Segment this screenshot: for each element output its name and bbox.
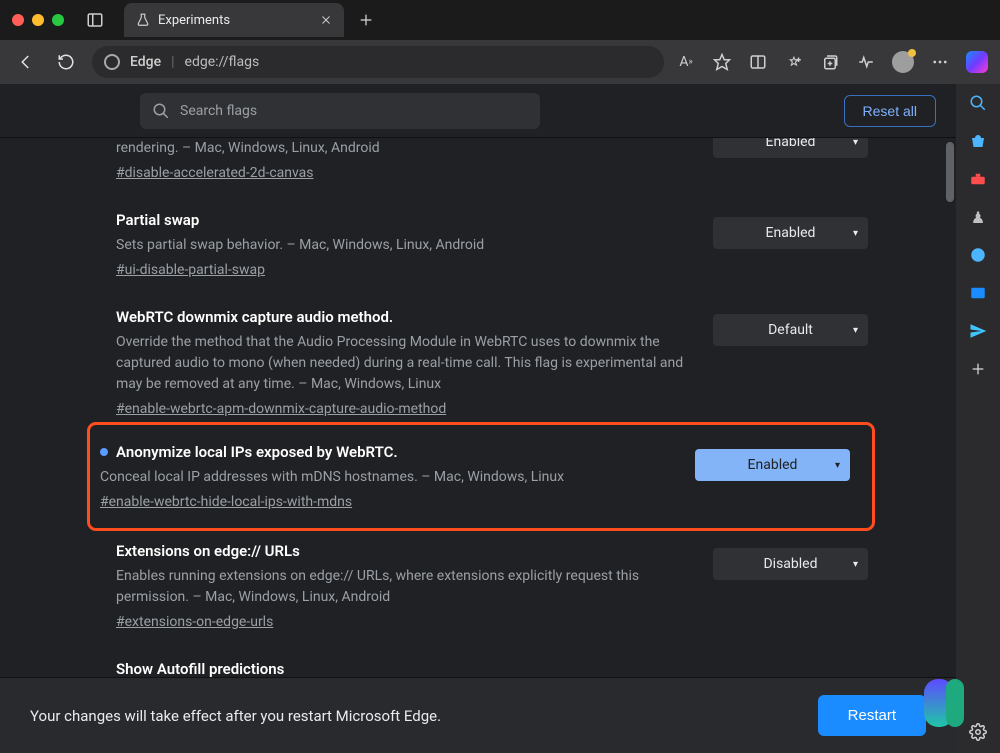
- flag-select[interactable]: Default ▾: [713, 314, 868, 346]
- tools-sidebar-icon[interactable]: [967, 168, 989, 190]
- flag-anonymize-local-ips: Anonymize local IPs exposed by WebRTC. C…: [94, 429, 868, 524]
- address-bar[interactable]: Edge | edge://flags: [92, 46, 664, 78]
- flag-anchor[interactable]: #extensions-on-edge-urls: [116, 614, 273, 630]
- flag-anchor[interactable]: #enable-webrtc-hide-local-ips-with-mdns: [100, 494, 352, 510]
- chevron-down-icon: ▾: [853, 325, 858, 336]
- toolbar: Edge | edge://flags A»: [0, 40, 1000, 84]
- favorite-icon[interactable]: [712, 52, 732, 72]
- flag-title: Extensions on edge:// URLs: [116, 542, 693, 560]
- read-aloud-icon[interactable]: A»: [676, 52, 696, 72]
- url-separator: |: [171, 54, 174, 70]
- restart-message: Your changes will take effect after you …: [30, 707, 441, 725]
- reset-all-button[interactable]: Reset all: [844, 95, 936, 127]
- flag-partial-swap: Partial swap Sets partial swap behavior.…: [116, 193, 868, 290]
- flag-select-value: Enabled: [766, 225, 816, 241]
- games-sidebar-icon[interactable]: ♟: [967, 206, 989, 228]
- edge-icon: [104, 54, 120, 70]
- url-path: edge://flags: [185, 54, 260, 70]
- outlook-sidebar-icon[interactable]: [967, 282, 989, 304]
- office-sidebar-icon[interactable]: [967, 244, 989, 266]
- search-placeholder: Search flags: [180, 103, 257, 119]
- performance-icon[interactable]: [856, 52, 876, 72]
- flag-description: rendering. – Mac, Windows, Linux, Androi…: [116, 138, 693, 159]
- flags-header: Search flags Reset all: [0, 84, 956, 138]
- favorites-bar-icon[interactable]: [784, 52, 804, 72]
- search-box[interactable]: Search flags: [140, 93, 540, 129]
- flag-title: Anonymize local IPs exposed by WebRTC.: [100, 443, 675, 461]
- flag-anchor[interactable]: #ui-disable-partial-swap: [116, 262, 265, 278]
- new-tab-button[interactable]: [358, 12, 374, 28]
- maximize-window-button[interactable]: [52, 14, 64, 26]
- more-menu-icon[interactable]: [930, 52, 950, 72]
- collections-icon[interactable]: [820, 52, 840, 72]
- browser-tab[interactable]: Experiments: [124, 3, 344, 37]
- flag-select-value: Enabled: [766, 138, 816, 150]
- flags-list: rendering. – Mac, Windows, Linux, Androi…: [0, 138, 956, 677]
- chevron-down-icon: ▾: [853, 559, 858, 570]
- flag-show-autofill-predictions: Show Autofill predictions Annotates web …: [116, 642, 868, 677]
- flag-description: Sets partial swap behavior. – Mac, Windo…: [116, 235, 693, 256]
- flag-select-value: Disabled: [763, 556, 817, 572]
- sidebar-rail: ♟: [956, 84, 1000, 753]
- flag-disable-accelerated-2d-canvas: rendering. – Mac, Windows, Linux, Androi…: [116, 138, 868, 193]
- restart-footer: Your changes will take effect after you …: [0, 677, 956, 753]
- flag-title: Partial swap: [116, 211, 693, 229]
- close-window-button[interactable]: [12, 14, 24, 26]
- flag-anchor[interactable]: #enable-webrtc-apm-downmix-capture-audio…: [116, 401, 446, 417]
- page-content: Search flags Reset all rendering. – Mac,…: [0, 84, 956, 677]
- flag-select[interactable]: Enabled ▾: [713, 217, 868, 249]
- search-icon: [152, 102, 170, 120]
- flag-extensions-on-edge-urls: Extensions on edge:// URLs Enables runni…: [116, 524, 868, 642]
- flag-select[interactable]: Disabled ▾: [713, 548, 868, 580]
- shopping-sidebar-icon[interactable]: [967, 130, 989, 152]
- minimize-window-button[interactable]: [32, 14, 44, 26]
- flag-anchor[interactable]: #disable-accelerated-2d-canvas: [116, 165, 314, 181]
- profile-avatar[interactable]: [892, 51, 914, 73]
- flag-title-text: Anonymize local IPs exposed by WebRTC.: [116, 443, 398, 461]
- modified-indicator-icon: [100, 448, 108, 456]
- panel-icon[interactable]: [86, 11, 104, 29]
- flag-description: Conceal local IP addresses with mDNS hos…: [100, 467, 675, 488]
- flag-title: WebRTC downmix capture audio method.: [116, 308, 693, 326]
- settings-sidebar-icon[interactable]: [967, 721, 989, 743]
- flag-select-value: Default: [768, 322, 813, 338]
- split-screen-icon[interactable]: [748, 52, 768, 72]
- copilot-icon[interactable]: [966, 51, 988, 73]
- chevron-down-icon: ▾: [853, 138, 858, 148]
- flag-select[interactable]: Enabled ▾: [695, 449, 850, 481]
- send-sidebar-icon[interactable]: [967, 320, 989, 342]
- restart-button[interactable]: Restart: [818, 695, 926, 736]
- window-titlebar: Experiments: [0, 0, 1000, 40]
- flag-description: Enables running extensions on edge:// UR…: [116, 566, 693, 608]
- tab-title: Experiments: [158, 13, 312, 28]
- chevron-down-icon: ▾: [853, 228, 858, 239]
- flag-select-value: Enabled: [748, 457, 798, 473]
- flag-select[interactable]: Enabled ▾: [713, 138, 868, 158]
- close-tab-icon[interactable]: [320, 14, 332, 26]
- flag-description: Override the method that the Audio Proce…: [116, 332, 693, 395]
- flask-icon: [136, 13, 150, 27]
- add-sidebar-icon[interactable]: [967, 358, 989, 380]
- flag-webrtc-downmix: WebRTC downmix capture audio method. Ove…: [116, 290, 868, 429]
- chevron-down-icon: ▾: [835, 460, 840, 471]
- flag-title: Show Autofill predictions: [116, 660, 868, 677]
- refresh-button[interactable]: [52, 48, 80, 76]
- search-sidebar-icon[interactable]: [967, 92, 989, 114]
- corner-widget-2[interactable]: [946, 679, 964, 727]
- back-button[interactable]: [12, 48, 40, 76]
- url-brand: Edge: [130, 54, 161, 70]
